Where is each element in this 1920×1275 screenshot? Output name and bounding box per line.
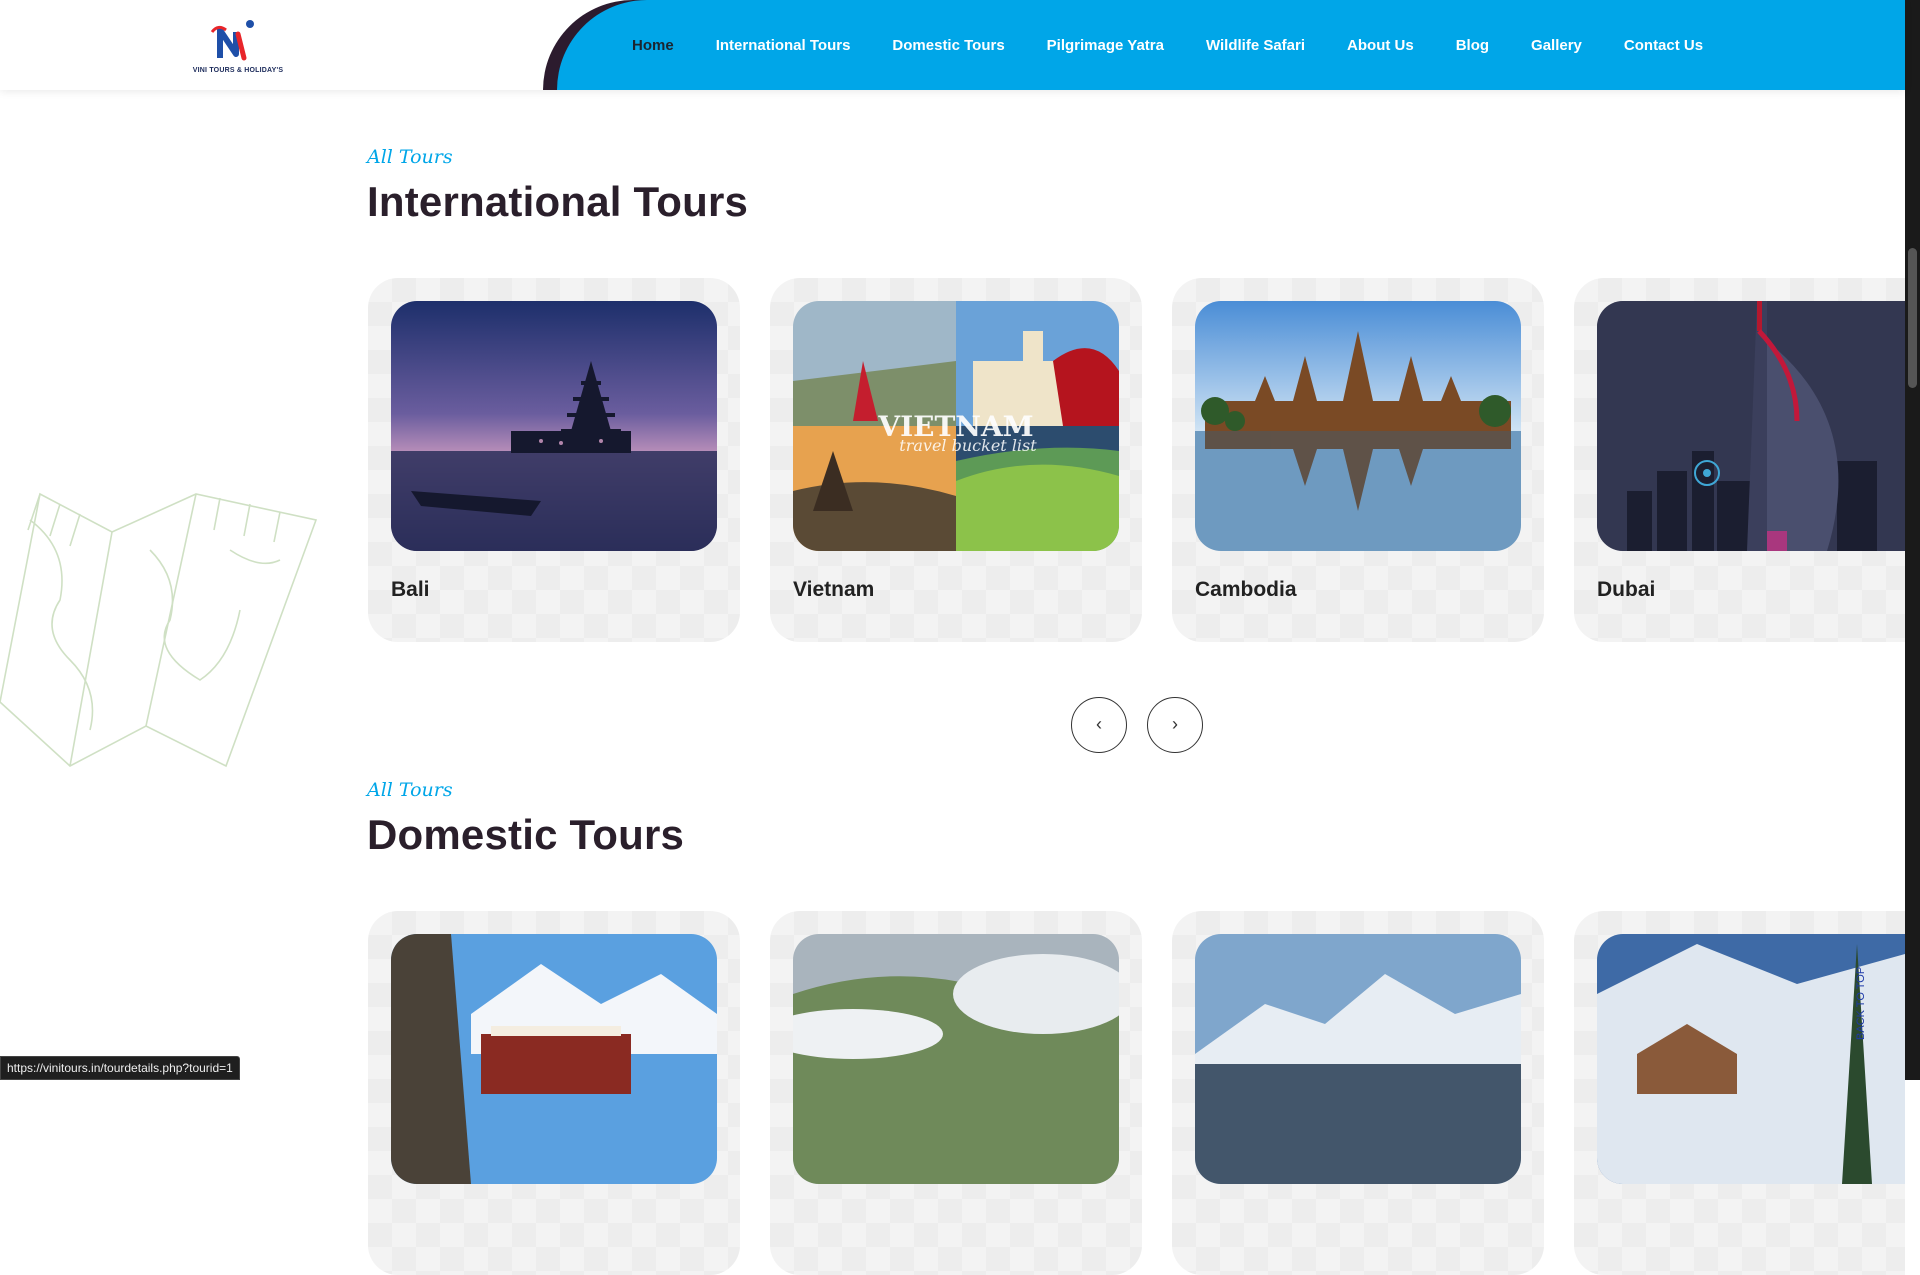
domestic-card-3[interactable]: [1172, 911, 1544, 1275]
tour-card-title: Bali: [391, 578, 430, 601]
domestic-card-1[interactable]: [368, 911, 740, 1275]
cambodia-photo: [1195, 301, 1521, 551]
nav-about-us[interactable]: About Us: [1347, 37, 1414, 54]
back-to-top-link[interactable]: BACK TO TOP: [1855, 940, 1869, 1040]
domestic-photo-3: [1195, 934, 1521, 1184]
nav-wildlife-safari[interactable]: Wildlife Safari: [1206, 37, 1305, 54]
bali-photo: [391, 301, 717, 551]
carousel-prev-button[interactable]: ‹: [1071, 697, 1127, 753]
logo-text: VINI TOURS & HOLIDAY'S: [192, 67, 284, 74]
domestic-title: Domestic Tours: [367, 811, 685, 858]
tour-card-bali[interactable]: Bali: [368, 278, 740, 642]
logo-mark-icon: [210, 20, 254, 61]
vietnam-photo: VIETNAM travel bucket list: [793, 301, 1119, 551]
tour-card-dubai[interactable]: Dubai: [1574, 278, 1905, 642]
nav-pilgrimage-yatra[interactable]: Pilgrimage Yatra: [1047, 37, 1164, 54]
international-title: International Tours: [367, 178, 749, 225]
tour-card-vietnam[interactable]: VIETNAM travel bucket list Vietnam: [770, 278, 1142, 642]
vietnam-photo-subtext: travel bucket list: [899, 436, 1037, 455]
nav-international-tours[interactable]: International Tours: [716, 37, 851, 54]
international-tag: All Tours: [367, 146, 453, 168]
domestic-photo-2: [793, 934, 1119, 1184]
browser-status-url: https://vinitours.in/tourdetails.php?tou…: [0, 1056, 240, 1080]
domestic-photo-1: [391, 934, 717, 1184]
dubai-photo: [1597, 301, 1905, 551]
page-scrollbar[interactable]: [1905, 0, 1920, 1080]
tour-card-title: Dubai: [1597, 578, 1656, 601]
nav-contact-us[interactable]: Contact Us: [1624, 37, 1703, 54]
site-header: VINI TOURS & HOLIDAY'S Home Internationa…: [0, 0, 1905, 90]
nav-gallery[interactable]: Gallery: [1531, 37, 1582, 54]
domestic-card-2[interactable]: [770, 911, 1142, 1275]
domestic-tag: All Tours: [367, 779, 453, 801]
nav-home[interactable]: Home: [632, 37, 674, 54]
tour-card-cambodia[interactable]: Cambodia: [1172, 278, 1544, 642]
nav-blog[interactable]: Blog: [1456, 37, 1489, 54]
scrollbar-thumb[interactable]: [1908, 248, 1917, 388]
site-logo[interactable]: VINI TOURS & HOLIDAY'S: [192, 18, 284, 74]
tour-card-title: Cambodia: [1195, 578, 1297, 601]
main-nav: Home International Tours Domestic Tours …: [632, 0, 1745, 90]
tour-card-title: Vietnam: [793, 578, 875, 601]
carousel-next-button[interactable]: ›: [1147, 697, 1203, 753]
nav-domestic-tours[interactable]: Domestic Tours: [892, 37, 1004, 54]
map-illustration-icon: [0, 492, 318, 768]
